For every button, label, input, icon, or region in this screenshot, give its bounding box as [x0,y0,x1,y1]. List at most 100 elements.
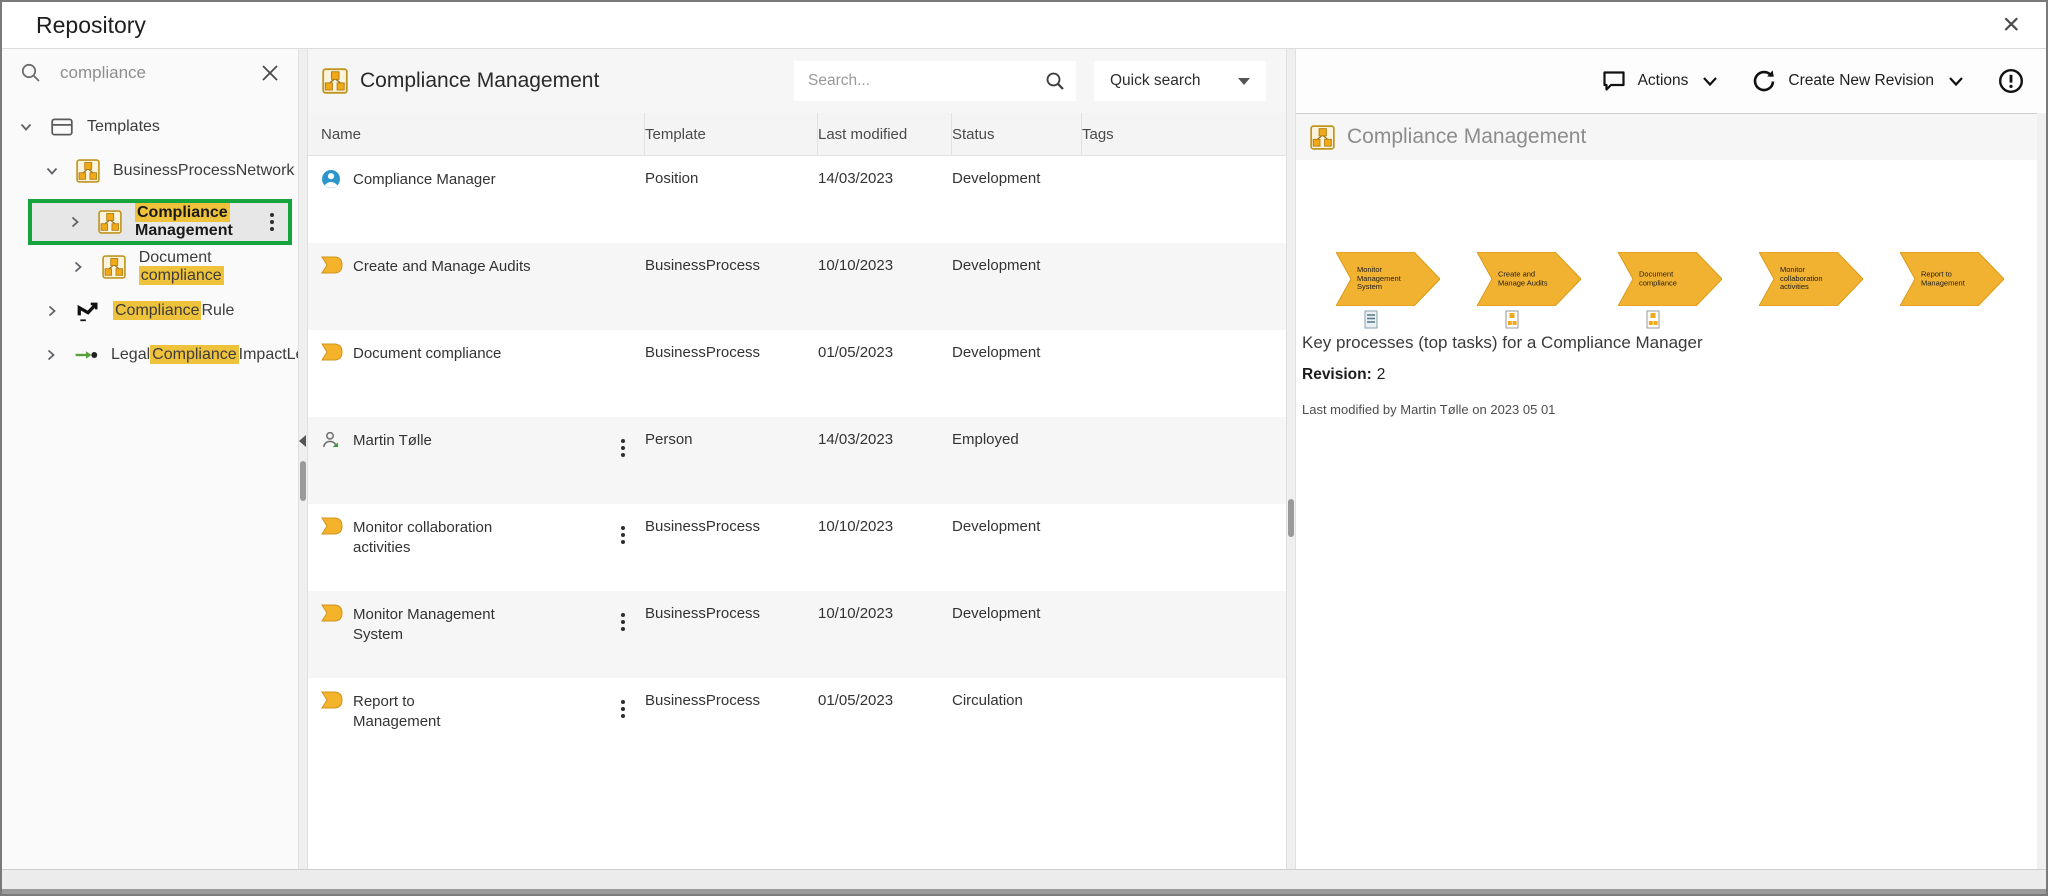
item-template: BusinessProcess [645,344,761,361]
document-icon [1364,310,1378,329]
business-process-icon [321,691,343,711]
table-header: Name Template Last modified Status Tags [308,113,1286,156]
diagram-caption: Key processes (top tasks) for a Complian… [1302,333,1703,352]
person-icon [321,430,343,450]
item-modified: 01/05/2023 [818,344,894,361]
business-process-network-icon [98,210,122,234]
item-status: Development [952,170,1041,187]
tree-item-legal-compliance-impact-level[interactable]: LegalComplianceImpactLevel [2,339,298,371]
business-process-icon [321,604,343,624]
tree-item-label: Document compliance [138,249,224,285]
table-row[interactable]: Compliance Manager Position 14/03/2023 D… [308,156,1286,243]
process-arrow: Monitor Management System [1336,252,1440,329]
table-body: Compliance Manager Position 14/03/2023 D… [308,156,1286,869]
item-menu-icon[interactable] [266,209,278,235]
last-modified-line: Last modified by Martin Tølle on 2023 05… [1302,402,1556,417]
chevron-right-icon[interactable] [70,260,86,274]
compliance-rule-icon [76,299,100,323]
detail-content: Monitor Management System Create and Man… [1296,160,2046,869]
tree-item-compliance-rule[interactable]: Compliance Rule [2,295,298,327]
table-row[interactable]: Document compliance BusinessProcess 01/0… [308,330,1286,417]
window-title: Repository [36,11,146,38]
column-header-name[interactable]: Name [308,113,645,155]
column-header-modified[interactable]: Last modified [818,113,952,155]
item-status: Development [952,605,1041,622]
left-splitter[interactable] [298,49,308,869]
process-arrow: Report to Management [1900,252,2004,306]
chevron-down-icon[interactable] [44,164,60,178]
window-titlebar: Repository × [2,2,2046,49]
tree-item-label: Compliance Management [135,203,233,239]
list-search-input[interactable] [806,71,1044,91]
scrollbar-thumb[interactable] [1288,499,1294,537]
revision-line: Revision: 2 [1302,366,2032,384]
item-template: BusinessProcess [645,518,761,535]
list-title: Compliance Management [360,69,600,92]
collapse-panel-icon[interactable] [299,435,306,447]
tree-item-compliance-management-selected[interactable]: Compliance Management [28,199,292,245]
process-arrow-label: Monitor collaboration activities [1780,265,1823,292]
chevron-right-icon[interactable] [68,215,82,229]
process-arrow-label: Report to Management [1921,269,1965,287]
business-process-icon [321,343,343,363]
table-row[interactable]: Report to Management BusinessProcess 01/… [308,678,1286,765]
item-modified: 10/10/2023 [818,518,894,535]
close-icon[interactable]: × [2002,10,2020,40]
refresh-icon [1754,70,1775,92]
item-menu-icon[interactable] [617,435,629,461]
chevron-right-icon[interactable] [44,348,58,362]
diagram-preview[interactable]: Monitor Management System Create and Man… [1302,252,2032,330]
actions-label: Actions [1637,72,1689,89]
tree-item-templates[interactable]: Templates [2,111,298,143]
create-new-revision-button[interactable]: Create New Revision [1752,69,1964,93]
table-row[interactable]: Create and Manage Audits BusinessProcess… [308,243,1286,330]
main-area: Templates BusinessProcessNetwork Complia… [2,49,2046,869]
search-icon[interactable] [1044,70,1066,92]
item-name: Document compliance [353,345,502,362]
item-menu-icon[interactable] [617,609,629,635]
table-row[interactable]: Martin Tølle Person 14/03/2023 Employed [308,417,1286,504]
clear-search-icon[interactable] [260,63,280,83]
item-status: Development [952,344,1041,361]
process-arrow: Monitor collaboration activities [1759,252,1863,306]
business-process-network-icon [1310,124,1335,150]
item-template: BusinessProcess [645,692,761,709]
column-header-status[interactable]: Status [952,113,1082,155]
sub-diagram-icon [1646,310,1660,329]
right-splitter[interactable] [1286,49,1296,869]
item-status: Development [952,518,1041,535]
detail-title: Compliance Management [1347,125,1587,148]
create-new-revision-label: Create New Revision [1788,72,1934,89]
item-modified: 10/10/2023 [818,605,894,622]
quick-search-dropdown[interactable]: Quick search [1094,61,1266,101]
tree-item-business-process-network[interactable]: BusinessProcessNetwork [2,155,298,187]
detail-toolbar: Actions Create New Revision [1296,49,2046,114]
column-header-template[interactable]: Template [645,113,818,155]
sub-diagram-icon [1505,310,1519,329]
chevron-down-icon[interactable] [18,120,34,134]
scrollbar-thumb[interactable] [300,461,306,501]
column-header-tags[interactable]: Tags [1082,113,1286,155]
list-header: Compliance Management Quick search [308,49,1286,113]
detail-scrollbar[interactable] [2037,113,2046,869]
item-template: Position [645,170,699,187]
item-menu-icon[interactable] [617,696,629,722]
dropdown-arrow-icon [1238,77,1250,85]
info-icon[interactable] [1998,68,2024,94]
item-template: BusinessProcess [645,257,761,274]
revision-value: 2 [1376,366,1386,383]
actions-button[interactable]: Actions [1602,70,1719,92]
folder-icon [50,115,74,139]
chevron-down-icon [1949,77,1963,87]
tree-item-document-compliance[interactable]: Document compliance [2,249,298,285]
business-process-icon [321,517,343,537]
business-process-network-icon [101,255,126,279]
chevron-right-icon[interactable] [44,304,60,318]
tree-item-label: Compliance Rule [113,301,235,320]
item-menu-icon[interactable] [617,522,629,548]
list-search-box [794,61,1076,101]
table-row[interactable]: Monitor Management System BusinessProces… [308,591,1286,678]
tree-search-input[interactable] [58,62,250,84]
table-row[interactable]: Monitor collaboration activities Busines… [308,504,1286,591]
item-name: Create and Manage Audits [353,258,531,275]
